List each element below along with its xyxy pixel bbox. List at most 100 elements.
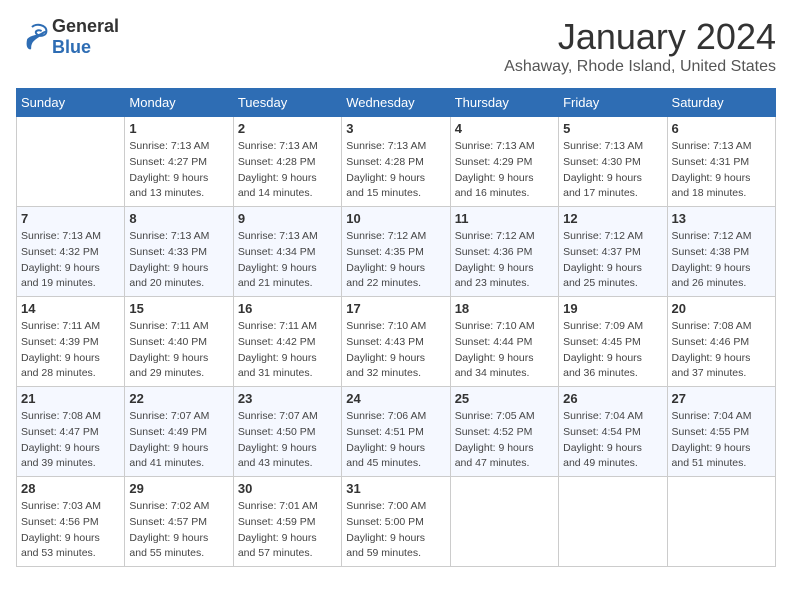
day-number: 27 [672,391,771,406]
day-info: Sunrise: 7:10 AMSunset: 4:43 PMDaylight:… [346,319,445,382]
calendar-header-row: SundayMondayTuesdayWednesdayThursdayFrid… [17,89,776,117]
day-cell: 2 Sunrise: 7:13 AMSunset: 4:28 PMDaylight… [233,117,341,207]
day-cell: 23Sunrise: 7:07 AMSunset: 4:50 PMDayligh… [233,387,341,477]
logo-bird-icon [16,23,48,51]
day-cell: 10 Sunrise: 7:12 AMSunset: 4:35 PMDayligh… [342,207,450,297]
day-info: Sunrise: 7:08 AMSunset: 4:46 PMDaylight:… [672,319,771,382]
week-row-1: 1 Sunrise: 7:13 AMSunset: 4:27 PMDaylight… [17,117,776,207]
day-number: 28 [21,481,120,496]
day-info: Sunrise: 7:06 AMSunset: 4:51 PMDaylight:… [346,409,445,472]
header-saturday: Saturday [667,89,775,117]
day-cell: 4 Sunrise: 7:13 AMSunset: 4:29 PMDaylight… [450,117,558,207]
day-info: Sunrise: 7:12 AMSunset: 4:37 PMDaylight:… [563,229,662,292]
day-cell: 3 Sunrise: 7:13 AMSunset: 4:28 PMDaylight… [342,117,450,207]
day-info: Sunrise: 7:13 AMSunset: 4:27 PMDaylight:… [129,139,228,202]
day-number: 16 [238,301,337,316]
calendar-subtitle: Ashaway, Rhode Island, United States [504,58,776,76]
day-number: 5 [563,121,662,136]
calendar-table: SundayMondayTuesdayWednesdayThursdayFrid… [16,88,776,567]
day-info: Sunrise: 7:13 AMSunset: 4:32 PMDaylight:… [21,229,120,292]
day-info: Sunrise: 7:13 AMSunset: 4:28 PMDaylight:… [238,139,337,202]
day-number: 30 [238,481,337,496]
day-cell: 11Sunrise: 7:12 AMSunset: 4:36 PMDayligh… [450,207,558,297]
day-cell: 5Sunrise: 7:13 AMSunset: 4:30 PMDaylight… [559,117,667,207]
day-info: Sunrise: 7:11 AMSunset: 4:39 PMDaylight:… [21,319,120,382]
day-info: Sunrise: 7:13 AMSunset: 4:29 PMDaylight:… [455,139,554,202]
day-info: Sunrise: 7:12 AMSunset: 4:36 PMDaylight:… [455,229,554,292]
day-cell: 12 Sunrise: 7:12 AMSunset: 4:37 PMDayligh… [559,207,667,297]
day-info: Sunrise: 7:03 AMSunset: 4:56 PMDaylight:… [21,499,120,562]
day-cell: 29Sunrise: 7:02 AMSunset: 4:57 PMDayligh… [125,477,233,567]
day-info: Sunrise: 7:11 AMSunset: 4:40 PMDaylight:… [129,319,228,382]
day-number: 20 [672,301,771,316]
day-cell: 25 Sunrise: 7:05 AMSunset: 4:52 PMDayligh… [450,387,558,477]
day-number: 18 [455,301,554,316]
header-thursday: Thursday [450,89,558,117]
day-number: 26 [563,391,662,406]
day-number: 31 [346,481,445,496]
day-info: Sunrise: 7:00 AMSunset: 5:00 PMDaylight:… [346,499,445,562]
day-info: Sunrise: 7:13 AMSunset: 4:28 PMDaylight:… [346,139,445,202]
day-info: Sunrise: 7:07 AMSunset: 4:49 PMDaylight:… [129,409,228,472]
day-cell: 22 Sunrise: 7:07 AMSunset: 4:49 PMDayligh… [125,387,233,477]
day-number: 24 [346,391,445,406]
day-number: 1 [129,121,228,136]
day-info: Sunrise: 7:13 AMSunset: 4:34 PMDaylight:… [238,229,337,292]
day-number: 7 [21,211,120,226]
day-info: Sunrise: 7:10 AMSunset: 4:44 PMDaylight:… [455,319,554,382]
day-cell: 14Sunrise: 7:11 AMSunset: 4:39 PMDayligh… [17,297,125,387]
day-cell: 6Sunrise: 7:13 AMSunset: 4:31 PMDaylight… [667,117,775,207]
logo-general: General [52,16,119,36]
week-row-3: 14Sunrise: 7:11 AMSunset: 4:39 PMDayligh… [17,297,776,387]
day-info: Sunrise: 7:02 AMSunset: 4:57 PMDaylight:… [129,499,228,562]
logo: General Blue [16,16,119,58]
day-number: 3 [346,121,445,136]
day-number: 21 [21,391,120,406]
day-cell: 28 Sunrise: 7:03 AMSunset: 4:56 PMDayligh… [17,477,125,567]
header-friday: Friday [559,89,667,117]
day-number: 12 [563,211,662,226]
header-sunday: Sunday [17,89,125,117]
day-number: 25 [455,391,554,406]
day-cell [17,117,125,207]
day-number: 2 [238,121,337,136]
day-cell: 26 Sunrise: 7:04 AMSunset: 4:54 PMDayligh… [559,387,667,477]
day-number: 10 [346,211,445,226]
header-monday: Monday [125,89,233,117]
day-cell: 27 Sunrise: 7:04 AMSunset: 4:55 PMDayligh… [667,387,775,477]
day-number: 22 [129,391,228,406]
day-info: Sunrise: 7:05 AMSunset: 4:52 PMDaylight:… [455,409,554,472]
day-cell: 8Sunrise: 7:13 AMSunset: 4:33 PMDaylight… [125,207,233,297]
page-header: General Blue January 2024 Ashaway, Rhode… [16,16,776,76]
day-cell: 15 Sunrise: 7:11 AMSunset: 4:40 PMDayligh… [125,297,233,387]
day-number: 4 [455,121,554,136]
day-cell [667,477,775,567]
day-cell: 31 Sunrise: 7:00 AMSunset: 5:00 PMDayligh… [342,477,450,567]
day-info: Sunrise: 7:07 AMSunset: 4:50 PMDaylight:… [238,409,337,472]
day-number: 8 [129,211,228,226]
day-number: 9 [238,211,337,226]
logo-blue: Blue [52,37,91,57]
day-info: Sunrise: 7:04 AMSunset: 4:55 PMDaylight:… [672,409,771,472]
day-info: Sunrise: 7:08 AMSunset: 4:47 PMDaylight:… [21,409,120,472]
header-tuesday: Tuesday [233,89,341,117]
day-info: Sunrise: 7:12 AMSunset: 4:38 PMDaylight:… [672,229,771,292]
day-cell [450,477,558,567]
day-cell: 30 Sunrise: 7:01 AMSunset: 4:59 PMDayligh… [233,477,341,567]
day-info: Sunrise: 7:12 AMSunset: 4:35 PMDaylight:… [346,229,445,292]
day-cell: 19 Sunrise: 7:09 AMSunset: 4:45 PMDayligh… [559,297,667,387]
day-cell: 18 Sunrise: 7:10 AMSunset: 4:44 PMDayligh… [450,297,558,387]
day-info: Sunrise: 7:11 AMSunset: 4:42 PMDaylight:… [238,319,337,382]
day-info: Sunrise: 7:01 AMSunset: 4:59 PMDaylight:… [238,499,337,562]
day-cell: 13Sunrise: 7:12 AMSunset: 4:38 PMDayligh… [667,207,775,297]
day-number: 19 [563,301,662,316]
day-number: 15 [129,301,228,316]
day-info: Sunrise: 7:04 AMSunset: 4:54 PMDaylight:… [563,409,662,472]
day-cell: 1 Sunrise: 7:13 AMSunset: 4:27 PMDaylight… [125,117,233,207]
title-block: January 2024 Ashaway, Rhode Island, Unit… [504,16,776,76]
day-info: Sunrise: 7:09 AMSunset: 4:45 PMDaylight:… [563,319,662,382]
week-row-5: 28 Sunrise: 7:03 AMSunset: 4:56 PMDayligh… [17,477,776,567]
day-cell: 24 Sunrise: 7:06 AMSunset: 4:51 PMDayligh… [342,387,450,477]
day-cell: 9 Sunrise: 7:13 AMSunset: 4:34 PMDaylight… [233,207,341,297]
day-cell: 7 Sunrise: 7:13 AMSunset: 4:32 PMDaylight… [17,207,125,297]
